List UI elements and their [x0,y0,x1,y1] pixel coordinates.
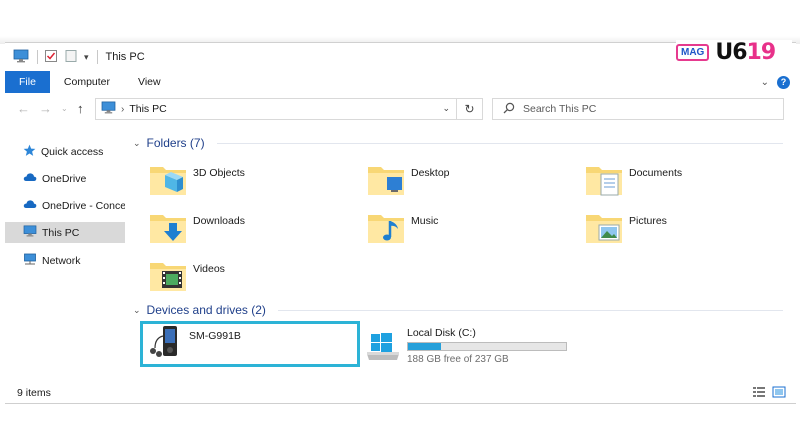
cloud-icon [23,172,37,185]
folder-pictures[interactable]: Pictures [585,209,667,248]
documents-folder-icon [585,161,623,200]
folder-label: Downloads [193,215,245,227]
search-input[interactable] [523,103,763,115]
3d-objects-folder-icon [149,161,187,200]
folders-header-label: Folders (7) [146,136,205,150]
device-label: SM-G991B [189,330,241,342]
devices-group-header[interactable]: ⌄ Devices and drives (2) [133,303,783,317]
group-divider [216,142,783,144]
folder-label: 3D Objects [193,167,245,179]
up-arrow-icon[interactable]: ↑ [77,101,84,116]
folder-desktop[interactable]: Desktop [367,161,450,200]
devices-header-label: Devices and drives (2) [146,303,266,317]
logo-number-part-a: U6 [715,39,747,65]
logo-number: U619 [715,39,777,65]
title-separator [37,50,38,64]
cloud-icon [23,199,37,212]
file-explorer-window: ▾ This PC File Computer View ⌄ ? ← → ⌄ ↑… [5,42,796,404]
nav-item-onedrive-conce[interactable]: OneDrive - Conce [5,195,125,216]
breadcrumb-chevron-icon[interactable]: › [121,104,124,115]
folder-3d-objects[interactable]: 3D Objects [149,161,245,200]
folder-label: Pictures [629,215,667,227]
address-row: ← → ⌄ ↑ › This PC ⌄ ↻ [5,95,796,123]
forward-arrow-icon[interactable]: → [39,101,52,116]
folder-downloads[interactable]: Downloads [149,209,245,248]
nav-item-quick-access[interactable]: Quick access [5,141,125,162]
downloads-folder-icon [149,209,187,248]
folders-group-header[interactable]: ⌄ Folders (7) [133,136,783,150]
windows-drive-icon [365,324,401,365]
quick-access-dropdown-icon[interactable]: ▾ [84,52,89,63]
desktop-folder-icon [367,161,405,200]
window-title: This PC [105,51,145,63]
device-sm-g991b[interactable]: SM-G991B [147,324,241,365]
drive-info: Local Disk (C:) 188 GB free of 237 GB [407,324,567,365]
view-toggle-group [752,386,786,401]
site-logo: MAG U619 [676,39,792,65]
folder-label: Videos [193,263,225,275]
expand-ribbon-chevron-icon[interactable]: ⌄ [761,77,769,88]
logo-number-part-b: 19 [746,39,777,65]
folder-videos[interactable]: Videos [149,257,225,296]
help-icon[interactable]: ? [777,75,790,89]
address-dropdown-icon[interactable]: ⌄ [442,103,450,114]
group-divider [277,309,783,311]
folder-music[interactable]: Music [367,209,438,248]
tab-file[interactable]: File [5,71,50,93]
drive-usage-fill [408,343,441,350]
videos-folder-icon [149,257,187,296]
nav-item-this-pc[interactable]: This PC [5,222,125,243]
media-player-icon [147,324,183,365]
nav-label: Quick access [41,145,104,158]
item-count: 9 items [17,387,51,399]
nav-label: This PC [42,226,80,239]
address-bar[interactable]: › This PC ⌄ ↻ [95,98,483,120]
nav-item-onedrive[interactable]: OneDrive [5,168,125,189]
computer-icon [101,101,116,117]
breadcrumb-this-pc[interactable]: This PC [129,103,166,115]
nav-label: OneDrive [42,172,87,185]
details-view-icon[interactable] [752,386,766,401]
properties-icon[interactable] [44,49,58,66]
search-box[interactable] [492,98,784,120]
back-arrow-icon[interactable]: ← [17,101,30,116]
drive-local-disk-c[interactable]: Local Disk (C:) 188 GB free of 237 GB [365,324,567,365]
collapse-chevron-icon[interactable]: ⌄ [133,138,141,149]
nav-label: OneDrive - Conce [42,199,125,212]
ribbon-tabs: File Computer View ⌄ ? [5,71,796,93]
network-icon [23,253,37,268]
title-separator-2 [96,50,98,64]
folder-label: Documents [629,167,683,179]
status-bar: 9 items [5,383,796,403]
ribbon-right-controls: ⌄ ? [761,71,796,93]
drive-usage-bar [407,342,567,351]
nav-item-network[interactable]: Network [5,250,125,271]
computer-icon [13,49,29,66]
search-icon [503,102,515,117]
new-folder-icon[interactable] [64,49,78,66]
folder-documents[interactable]: Documents [585,161,682,200]
music-folder-icon [367,209,405,248]
logo-mag-badge: MAG [676,43,710,61]
pictures-folder-icon [585,209,623,248]
refresh-icon[interactable]: ↻ [456,98,482,120]
folder-label: Music [411,215,439,227]
tab-view[interactable]: View [124,71,175,93]
nav-label: Network [42,254,81,267]
drive-label: Local Disk (C:) [407,327,476,339]
drive-free-text: 188 GB free of 237 GB [407,354,509,365]
recent-locations-chevron-icon[interactable]: ⌄ [61,104,68,113]
star-icon [23,144,36,160]
computer-icon [23,225,37,240]
collapse-chevron-icon[interactable]: ⌄ [133,305,141,316]
folder-label: Desktop [411,167,450,179]
tab-computer[interactable]: Computer [50,71,124,93]
navigation-pane: Quick access OneDrive OneDrive - Conce T… [5,133,127,373]
large-icons-view-icon[interactable] [772,386,786,401]
